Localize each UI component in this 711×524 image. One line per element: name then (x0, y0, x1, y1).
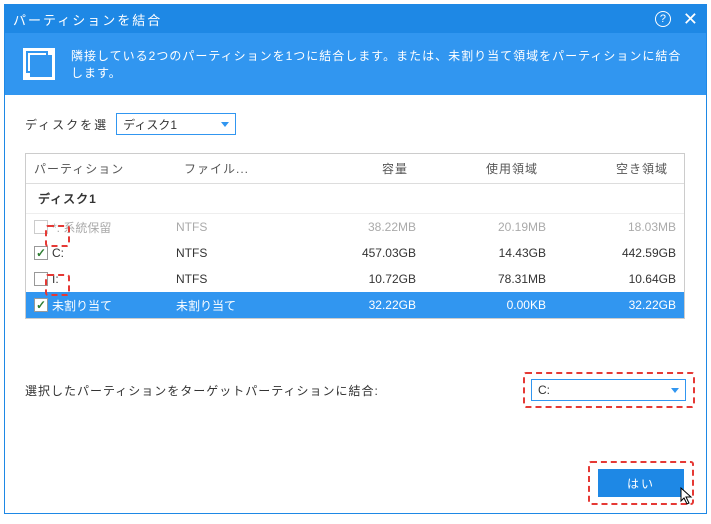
partition-label: *: 系統保留 (52, 219, 111, 236)
capacity-cell: 10.72GB (286, 272, 416, 286)
capacity-cell: 32.22GB (286, 298, 416, 312)
used-cell: 20.19MB (416, 220, 546, 234)
help-icon[interactable]: ? (655, 11, 671, 27)
chevron-down-icon (671, 388, 679, 393)
capacity-cell: 457.03GB (286, 246, 416, 260)
partition-label: I: (52, 272, 59, 286)
close-icon[interactable]: ✕ (683, 10, 698, 28)
disk-select-combobox[interactable]: ディスク1 (116, 113, 236, 135)
ok-button[interactable]: はい (598, 469, 684, 497)
partition-label: C: (52, 246, 64, 260)
dialog-title: パーティションを結合 (13, 10, 655, 29)
column-free[interactable]: 空き領域 (546, 154, 676, 183)
banner-text: 隣接している2つのパーティションを1つに結合します。または、未割り当て領域をパー… (71, 47, 688, 81)
fs-cell: 未割り当て (176, 297, 286, 314)
used-cell: 0.00KB (416, 298, 546, 312)
fs-cell: NTFS (176, 272, 286, 286)
fs-cell: NTFS (176, 220, 286, 234)
target-label: 選択したパーティションをターゲットパーティションに結合: (25, 382, 379, 399)
fs-cell: NTFS (176, 246, 286, 260)
disk-header[interactable]: ディスク1 (26, 184, 684, 214)
used-cell: 14.43GB (416, 246, 546, 260)
column-used[interactable]: 使用領域 (416, 154, 546, 183)
table-row[interactable]: I: NTFS 10.72GB 78.31MB 10.64GB (26, 266, 684, 292)
free-cell: 442.59GB (546, 246, 676, 260)
table-row[interactable]: C: NTFS 457.03GB 14.43GB 442.59GB (26, 240, 684, 266)
table-row[interactable]: 未割り当て 未割り当て 32.22GB 0.00KB 32.22GB (26, 292, 684, 318)
partition-label: 未割り当て (52, 297, 112, 314)
free-cell: 10.64GB (546, 272, 676, 286)
column-capacity[interactable]: 容量 (286, 154, 416, 183)
row-checkbox (34, 220, 48, 234)
free-cell: 18.03MB (546, 220, 676, 234)
used-cell: 78.31MB (416, 272, 546, 286)
table-row[interactable]: *: 系統保留 NTFS 38.22MB 20.19MB 18.03MB (26, 214, 684, 240)
partition-table: パーティション ファイル... 容量 使用領域 空き領域 ディスク1 *: 系統… (25, 153, 685, 319)
free-cell: 32.22GB (546, 298, 676, 312)
disk-select-value: ディスク1 (123, 116, 177, 133)
cursor-icon (680, 487, 694, 505)
row-checkbox[interactable] (34, 298, 48, 312)
capacity-cell: 38.22MB (286, 220, 416, 234)
chevron-down-icon (221, 122, 229, 127)
target-value: C: (538, 383, 550, 397)
disk-select-label: ディスクを選 (25, 116, 108, 133)
target-combobox[interactable]: C: (531, 379, 686, 401)
merge-icon (23, 48, 55, 80)
column-filesystem[interactable]: ファイル... (176, 154, 286, 183)
row-checkbox[interactable] (34, 272, 48, 286)
row-checkbox[interactable] (34, 246, 48, 260)
column-partition[interactable]: パーティション (26, 154, 176, 183)
